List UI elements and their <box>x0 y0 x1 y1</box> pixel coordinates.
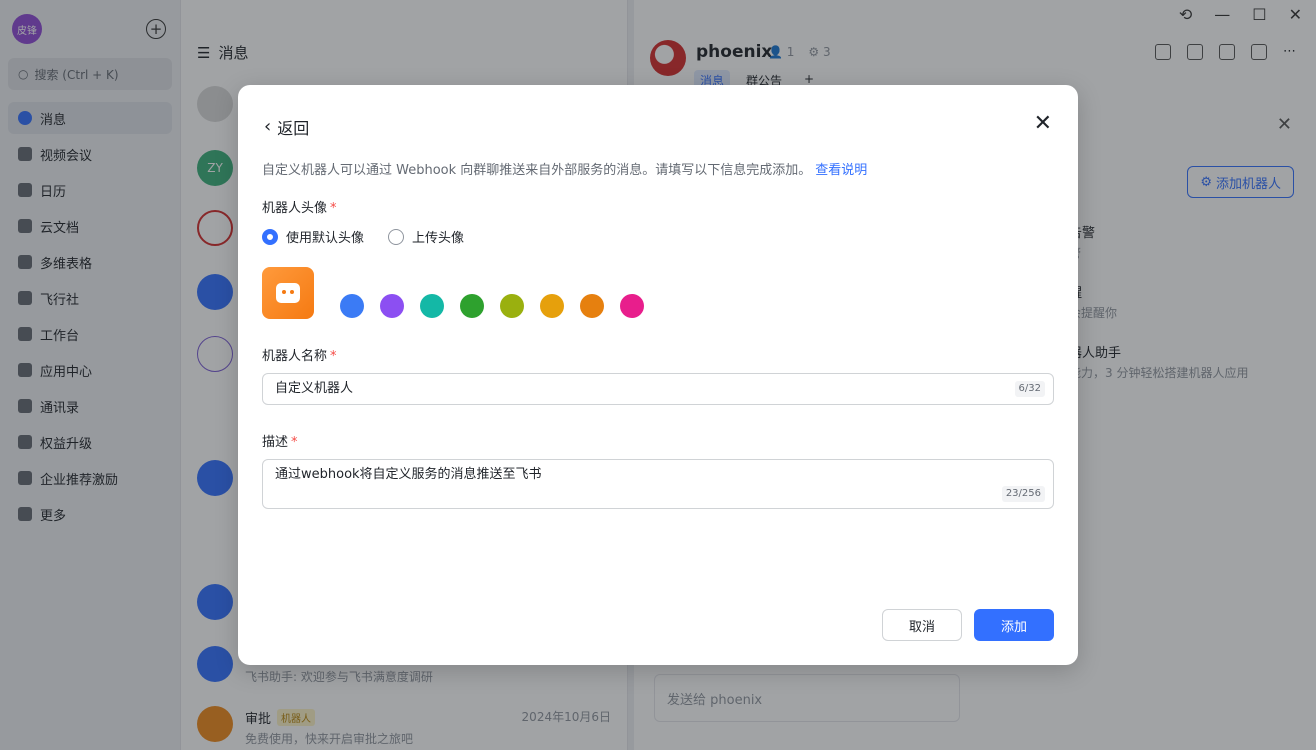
robot-name-input[interactable]: 自定义机器人 6/32 <box>262 373 1054 405</box>
color-swatch[interactable] <box>340 294 364 318</box>
cancel-button[interactable]: 取消 <box>882 609 962 641</box>
radio-label: 使用默认头像 <box>286 231 365 246</box>
view-docs-link[interactable]: 查看说明 <box>815 163 867 178</box>
robot-avatar-preview <box>262 267 314 319</box>
intro-text: 自定义机器人可以通过 Webhook 向群聊推送来自外部服务的消息。请填写以下信… <box>262 159 867 178</box>
radio-label: 上传头像 <box>412 231 465 246</box>
char-counter: 6/32 <box>1014 381 1045 397</box>
required-mark: * <box>291 435 298 450</box>
required-mark: * <box>330 349 337 364</box>
intro-body: 自定义机器人可以通过 Webhook 向群聊推送来自外部服务的消息。请填写以下信… <box>262 163 812 178</box>
radio-upload-avatar[interactable]: 上传头像 <box>388 227 464 246</box>
name-label-text: 机器人名称 <box>262 349 328 364</box>
radio-unchecked-icon <box>388 228 405 245</box>
add-custom-robot-dialog: ‹ 返回 ✕ 自定义机器人可以通过 Webhook 向群聊推送来自外部服务的消息… <box>238 85 1078 665</box>
color-swatch[interactable] <box>540 294 564 318</box>
robot-name-value: 自定义机器人 <box>275 381 354 396</box>
avatar-label: 机器人头像 * <box>262 197 337 216</box>
radio-default-avatar[interactable]: 使用默认头像 <box>262 227 364 246</box>
back-button[interactable]: ‹ 返回 <box>264 115 309 139</box>
color-swatch[interactable] <box>620 294 644 318</box>
color-swatch[interactable] <box>460 294 484 318</box>
back-label: 返回 <box>277 119 310 138</box>
add-button[interactable]: 添加 <box>974 609 1054 641</box>
name-label: 机器人名称 * <box>262 345 337 364</box>
robot-icon <box>276 283 300 303</box>
description-textarea[interactable]: 通过webhook将自定义服务的消息推送至飞书 23/256 <box>262 459 1054 509</box>
char-counter: 23/256 <box>1001 486 1045 502</box>
radio-checked-icon <box>262 228 278 245</box>
color-swatch[interactable] <box>380 294 404 318</box>
close-icon[interactable]: ✕ <box>1034 113 1052 135</box>
avatar-source-radios: 使用默认头像 上传头像 <box>262 227 464 246</box>
description-label-text: 描述 <box>262 435 289 450</box>
avatar-label-text: 机器人头像 <box>262 201 328 216</box>
required-mark: * <box>330 201 337 216</box>
color-swatch[interactable] <box>420 294 444 318</box>
color-swatch[interactable] <box>580 294 604 318</box>
color-swatch[interactable] <box>500 294 524 318</box>
chevron-left-icon: ‹ <box>264 116 272 137</box>
description-value: 通过webhook将自定义服务的消息推送至飞书 <box>275 467 542 482</box>
description-label: 描述 * <box>262 431 298 450</box>
avatar-color-picker <box>340 294 644 318</box>
